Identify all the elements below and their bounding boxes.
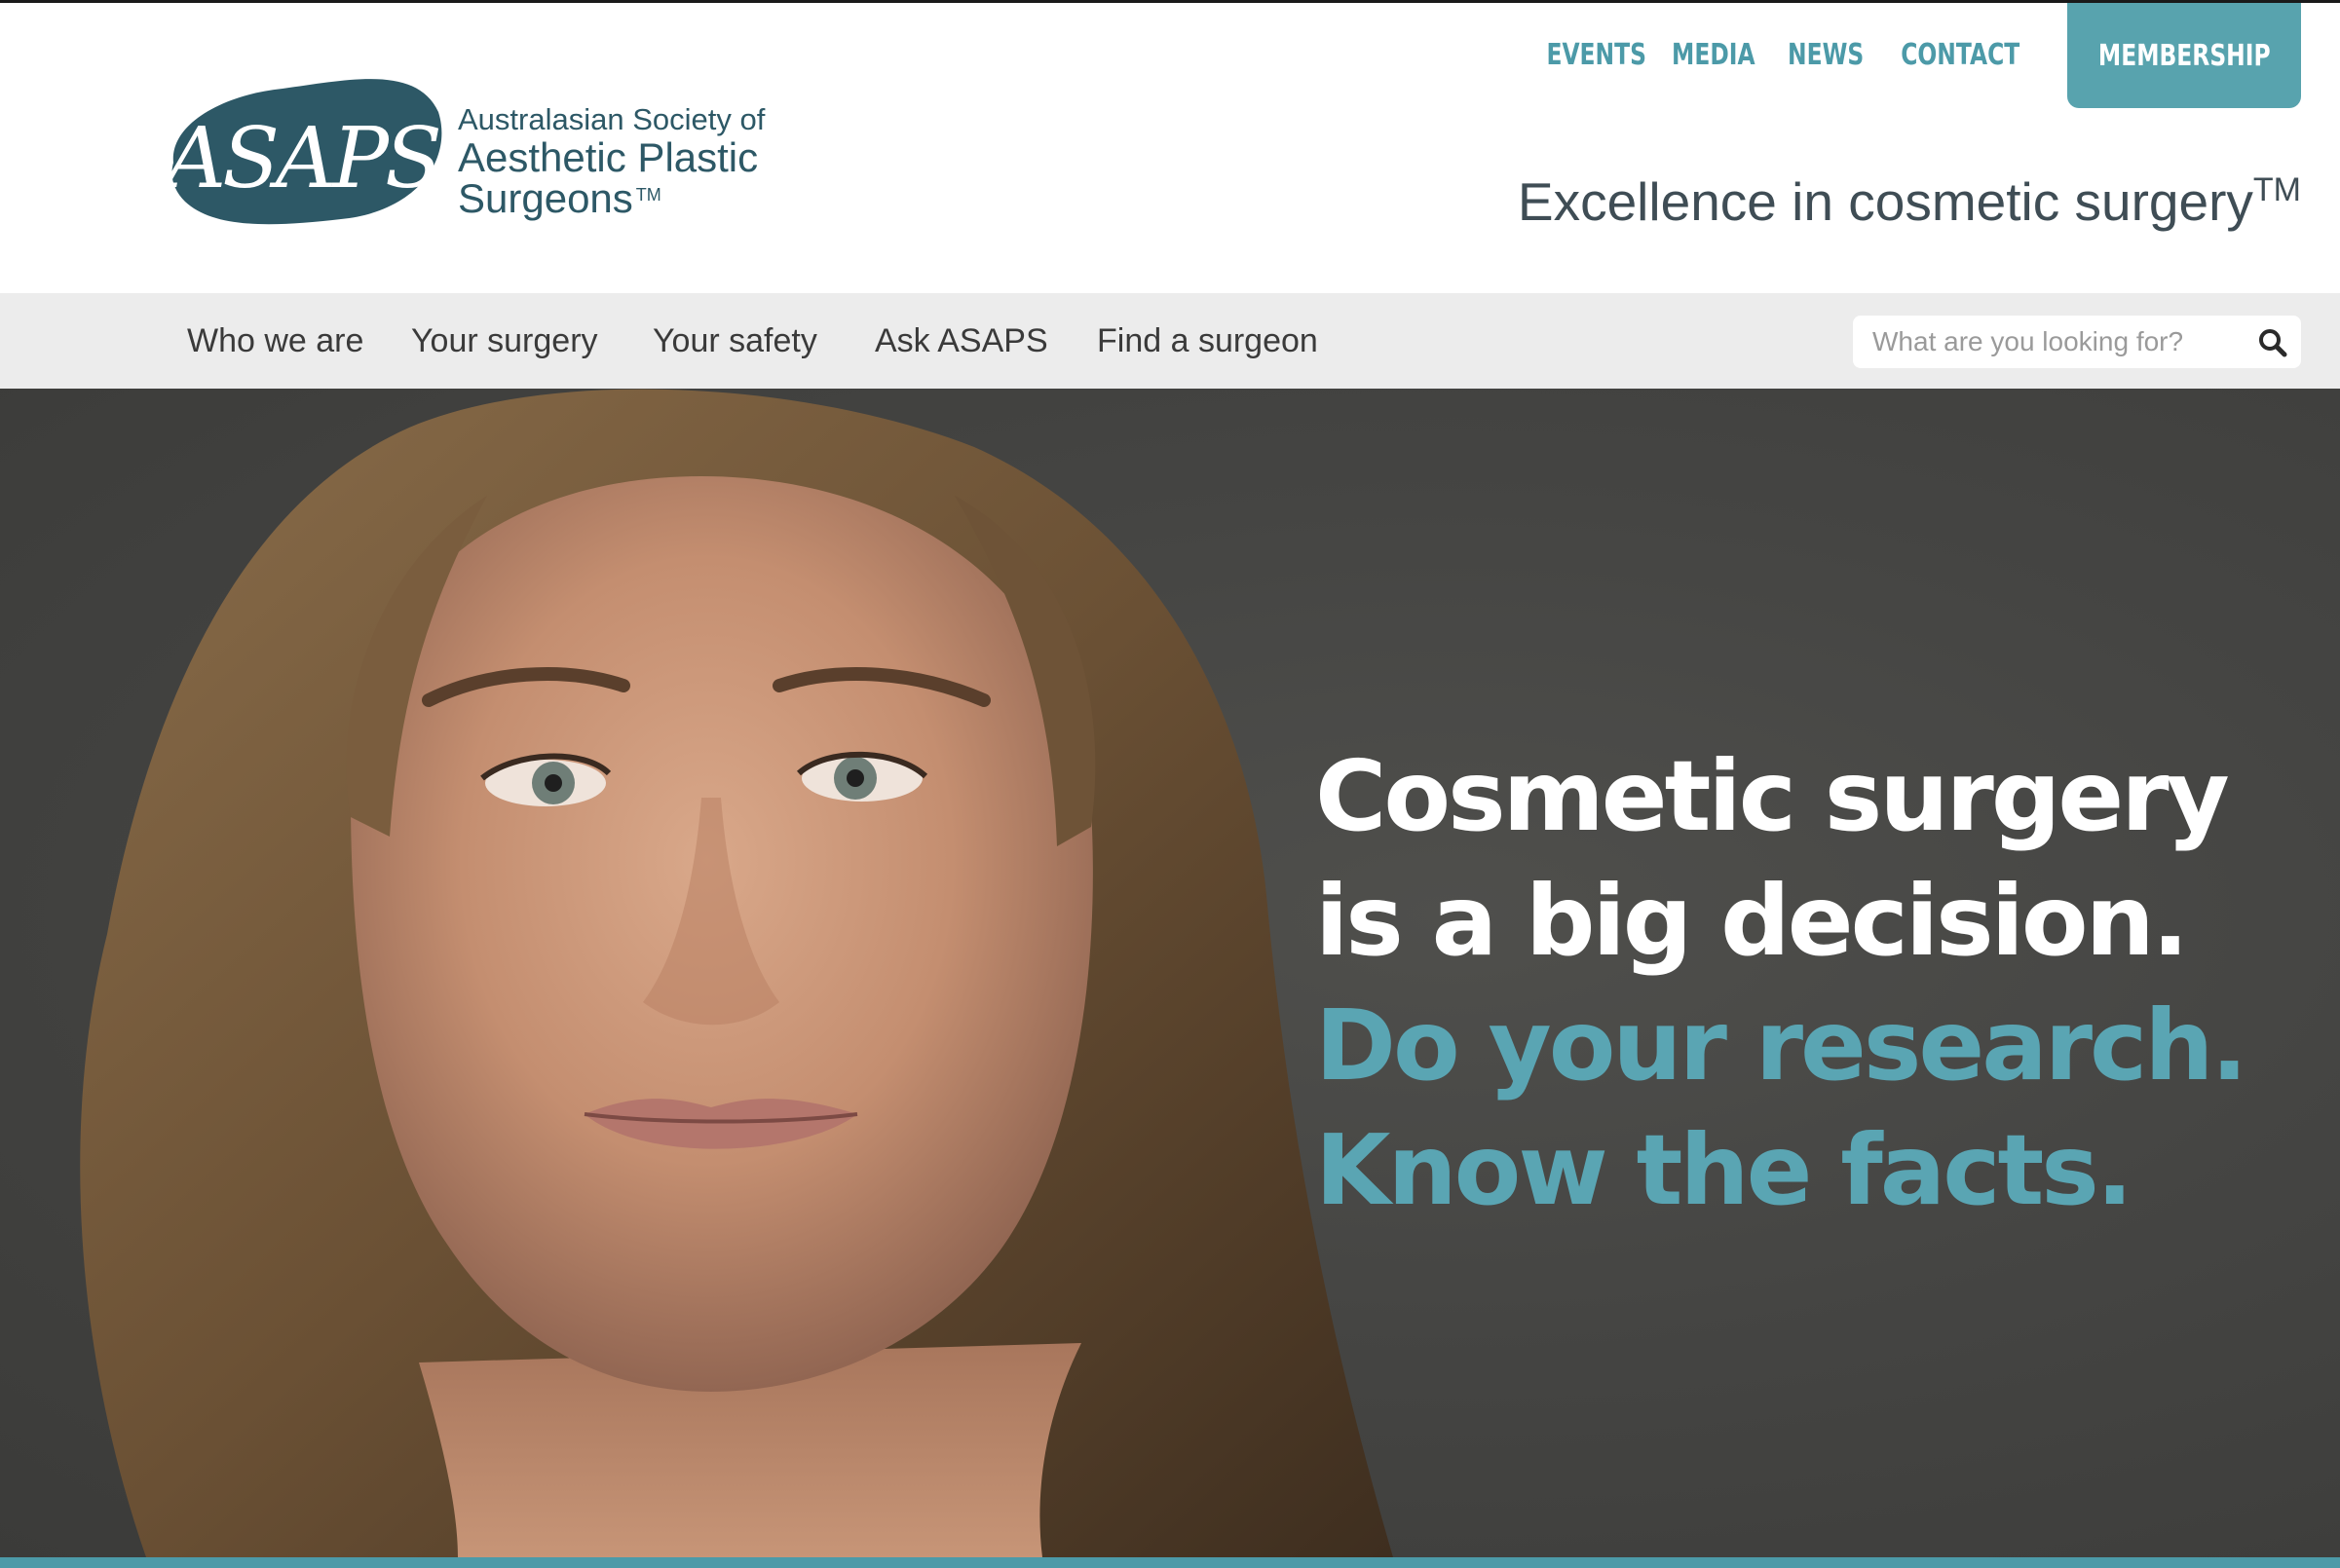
search-input[interactable] [1853, 316, 2243, 368]
hero-banner: Cosmetic surgery is a big decision. Do y… [0, 389, 2340, 1557]
tagline-trademark: TM [2252, 171, 2301, 208]
headline-line1: Cosmetic surgery [1315, 739, 2230, 853]
logo-mark: ASAPS [159, 79, 443, 225]
nav-news-link[interactable]: NEWS [1788, 38, 1864, 72]
nav-ask-asaps[interactable]: Ask ASAPS [875, 322, 1048, 360]
nav-your-surgery[interactable]: Your surgery [411, 322, 598, 360]
nav-events-link[interactable]: EVENTS [1546, 38, 1645, 72]
nav-contact-link[interactable]: CONTACT [1901, 38, 2019, 72]
search-icon[interactable] [2258, 328, 2287, 357]
site-header: ASAPS Australasian Society of Aesthetic … [0, 3, 2340, 293]
nav-who-we-are[interactable]: Who we are [187, 322, 363, 360]
org-name-line3-text: Surgeons [458, 175, 633, 221]
tagline-text: Excellence in cosmetic surgery [1517, 171, 2253, 232]
svg-text:ASAPS: ASAPS [159, 110, 439, 207]
membership-button[interactable]: MEMBERSHIP [2067, 3, 2301, 108]
org-trademark: TM [635, 185, 661, 205]
org-name-line2: Aesthetic Plastic [458, 134, 759, 180]
nav-your-safety[interactable]: Your safety [653, 322, 817, 360]
headline-line3: Do your research. [1315, 989, 2247, 1102]
org-name: Australasian Society of Aesthetic Plasti… [458, 104, 765, 219]
site-tagline: Excellence in cosmetic surgeryTM [1518, 170, 2301, 233]
hero-headline: Cosmetic surgery is a big decision. Do y… [1315, 734, 2247, 1233]
membership-label: MEMBERSHIP [2097, 38, 2271, 73]
hero-bottom-bar [0, 1557, 2340, 1568]
search-box [1853, 316, 2301, 368]
org-name-line1: Australasian Society of [458, 102, 766, 136]
asaps-logo[interactable]: ASAPS Australasian Society of Aesthetic … [156, 65, 770, 233]
org-name-line3: Surgeons TM [458, 178, 765, 219]
nav-find-a-surgeon[interactable]: Find a surgeon [1097, 322, 1318, 360]
headline-line2: is a big decision. [1315, 864, 2189, 978]
nav-media-link[interactable]: MEDIA [1672, 38, 1755, 72]
main-nav: Who we are Your surgery Your safety Ask … [0, 293, 2340, 389]
headline-line4: Know the facts. [1315, 1113, 2133, 1227]
